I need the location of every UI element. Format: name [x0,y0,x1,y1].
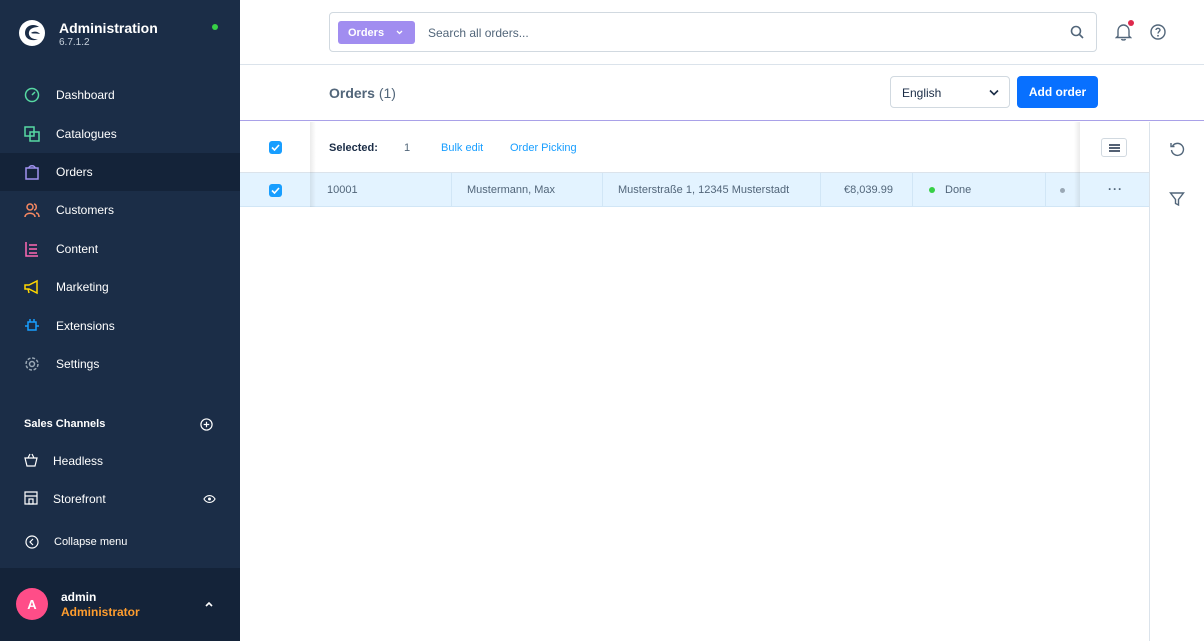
orders-icon [25,165,39,180]
storefront-icon [24,491,38,505]
user-name: admin [61,590,97,604]
selected-label: Selected: [329,142,378,154]
nav-label: Settings [56,357,100,371]
settings-icon [25,357,39,371]
nav-item-extensions[interactable]: Extensions [0,307,240,345]
collapse-menu-label: Collapse menu [54,536,128,548]
nav-item-orders[interactable]: Orders [0,153,240,191]
chevron-down-icon [396,30,403,35]
bulk-selection-bar: Selected: 1 Bulk edit Order Picking [240,122,1150,173]
search-icon[interactable] [1070,25,1084,39]
health-status-dot [212,24,218,30]
bulk-edit-link[interactable]: Bulk edit [441,142,483,154]
column-divider [820,173,821,207]
customers-icon [24,203,40,218]
column-divider [602,173,603,207]
nav-label: Dashboard [56,88,115,102]
smart-bar: Orders (1) English Add order [240,65,1204,121]
brand: Administration 6.7.1.2 [0,0,240,66]
right-sidebar [1149,122,1204,641]
page-title: Orders (1) [329,85,396,101]
checkmark-icon [271,187,280,194]
order-count: (1) [378,85,396,101]
column-divider [1045,173,1046,207]
global-search: Orders Search all orders... [329,12,1097,52]
user-menu[interactable]: A admin Administrator [0,568,240,641]
status-done-dot [929,187,935,193]
order-picking-link[interactable]: Order Picking [510,142,577,154]
column-divider [912,173,913,207]
nav-label: Content [56,242,99,256]
nav-label: Orders [56,165,93,179]
admin-sidebar: Administration 6.7.1.2 Dashboard Catalog… [0,0,240,641]
page-title-text: Orders [329,85,375,101]
dashboard-icon [24,87,40,103]
extensions-icon [25,319,39,331]
nav-label: Marketing [56,280,109,294]
add-sales-channel-icon[interactable] [200,418,213,431]
marketing-icon [24,279,38,295]
nav-item-dashboard[interactable]: Dashboard [0,76,240,114]
orders-grid: Selected: 1 Bulk edit Order Picking 1000… [240,122,1150,641]
nav-label: Extensions [56,319,115,333]
filter-icon[interactable] [1169,191,1185,207]
nav-item-customers[interactable]: Customers [0,191,240,229]
search-type-button[interactable]: Orders [338,21,415,44]
nav-label: Catalogues [56,127,117,141]
amount-cell: €8,039.99 [844,184,893,196]
content-icon [25,242,38,257]
nav-label: Customers [56,203,115,217]
search-type-label: Orders [348,26,385,39]
collapse-menu-button[interactable]: Collapse menu [0,528,240,556]
search-input[interactable]: Search all orders... [428,26,529,40]
order-status-cell: Done [929,173,971,207]
language-value: English [902,86,942,100]
chevron-left-circle-icon [25,535,39,549]
chevron-up-icon [205,601,213,607]
column-settings-button[interactable] [1101,138,1127,157]
sales-channel-storefront[interactable]: Storefront [0,481,240,515]
column-divider [451,173,452,207]
customer-name-cell: Mustermann, Max [467,184,556,196]
avatar: A [16,588,48,620]
nav-item-catalogues[interactable]: Catalogues [0,115,240,153]
order-number-cell[interactable]: 10001 [327,173,358,207]
top-bar: Orders Search all orders... [240,0,1204,65]
chevron-down-icon [989,89,999,96]
nav-item-marketing[interactable]: Marketing [0,268,240,306]
sales-channel-label: Headless [53,454,104,468]
sticky-column-shadow [1074,122,1080,207]
nav-item-content[interactable]: Content [0,230,240,268]
sticky-column-shadow [310,122,316,207]
eye-icon[interactable] [203,494,216,504]
selected-count: 1 [404,142,411,154]
basket-icon [24,453,38,467]
nav-item-settings[interactable]: Settings [0,345,240,383]
billing-address-cell: Musterstraße 1, 12345 Musterstadt [618,184,790,196]
user-role: Administrator [61,605,140,619]
row-actions-button[interactable]: ··· [1108,182,1123,196]
checkmark-icon [271,144,280,151]
order-status-label: Done [945,184,972,196]
sales-channels-title: Sales Channels [24,418,106,430]
sales-channel-headless[interactable]: Headless [0,443,240,477]
refresh-icon[interactable] [1169,141,1185,157]
table-row[interactable]: 10001 Mustermann, Max Musterstraße 1, 12… [240,173,1150,207]
select-all-checkbox[interactable] [269,141,282,154]
sales-channel-label: Storefront [53,492,106,506]
catalogues-icon [24,126,40,142]
menu-icon [1109,144,1120,152]
language-select[interactable]: English [890,76,1010,108]
shopware-logo-icon[interactable] [18,19,46,47]
brand-title: Administration [59,20,158,36]
help-icon[interactable] [1150,24,1166,40]
transaction-status-dot [1060,188,1065,193]
notification-badge [1128,20,1134,26]
brand-version: 6.7.1.2 [59,37,90,48]
row-checkbox[interactable] [269,184,282,197]
add-order-button[interactable]: Add order [1017,76,1098,108]
